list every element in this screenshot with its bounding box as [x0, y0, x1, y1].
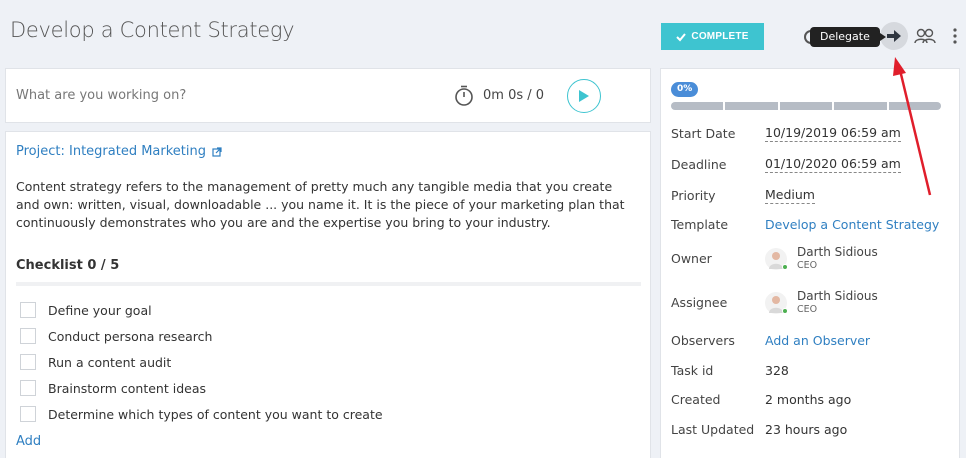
checklist-item[interactable]: Define your goal [20, 297, 620, 323]
project-link-label: Project: Integrated Marketing [16, 144, 206, 159]
play-icon [579, 90, 589, 102]
more-vertical-icon [953, 28, 957, 44]
checklist-progress-bar [16, 282, 641, 286]
task-description: Content strategy refers to the managemen… [16, 179, 625, 230]
owner-row: Owner Darth Sidious CEO [671, 245, 951, 272]
users-button[interactable] [914, 26, 936, 46]
checklist: Define your goal Conduct persona researc… [20, 297, 620, 427]
task-sidebar: 0% Start Date 10/19/2019 06:59 am Deadli… [660, 68, 960, 458]
checklist-item[interactable]: Run a content audit [20, 349, 620, 375]
online-status-dot [782, 263, 788, 270]
owner-name: Darth Sidious [797, 245, 878, 259]
assignee-person[interactable]: Darth Sidious CEO [765, 289, 878, 316]
checklist-title: Checklist 0 / 5 [16, 258, 120, 273]
progress-segment [671, 102, 724, 110]
checklist-checkbox[interactable] [20, 354, 36, 370]
more-options-button[interactable] [949, 26, 961, 46]
arrow-right-icon [887, 30, 901, 42]
progress-badge: 0% [671, 82, 699, 97]
add-checklist-item-link[interactable]: Add [16, 434, 41, 449]
delegate-tooltip: Delegate [810, 27, 886, 47]
created-value: 2 months ago [765, 392, 852, 407]
checklist-checkbox[interactable] [20, 328, 36, 344]
last-updated-row: Last Updated 23 hours ago [671, 422, 951, 437]
priority-row: Priority Medium [671, 187, 951, 204]
online-status-dot [782, 307, 788, 314]
checklist-item-label: Run a content audit [48, 354, 172, 370]
owner-label: Owner [671, 251, 712, 266]
checklist-item-label: Define your goal [48, 302, 152, 318]
users-icon [914, 28, 936, 44]
working-on-input[interactable] [16, 80, 436, 111]
deadline-value[interactable]: 01/10/2020 06:59 am [765, 156, 901, 173]
progress-bar [671, 102, 942, 110]
checklist-checkbox[interactable] [20, 406, 36, 422]
last-updated-value: 23 hours ago [765, 422, 848, 437]
task-id-value: 328 [765, 363, 789, 378]
project-link[interactable]: Project: Integrated Marketing [16, 144, 222, 159]
start-date-label: Start Date [671, 126, 736, 141]
avatar [765, 291, 788, 314]
priority-label: Priority [671, 188, 716, 203]
task-details-panel: Project: Integrated Marketing Content st… [5, 131, 651, 458]
last-updated-label: Last Updated [671, 422, 755, 437]
checklist-item-label: Brainstorm content ideas [48, 380, 207, 396]
template-link[interactable]: Develop a Content Strategy [765, 217, 939, 232]
checklist-item-label: Determine which types of content you wan… [48, 406, 383, 422]
owner-person[interactable]: Darth Sidious CEO [765, 245, 878, 272]
assignee-role: CEO [797, 304, 818, 315]
stopwatch-icon [455, 85, 473, 106]
created-row: Created 2 months ago [671, 392, 951, 407]
assignee-label: Assignee [671, 295, 728, 310]
owner-role: CEO [797, 260, 818, 271]
progress-segment [779, 102, 833, 110]
timer-value: 0m 0s / 0 [483, 88, 545, 103]
complete-button[interactable]: COMPLETE [661, 23, 764, 50]
assignee-name: Darth Sidious [797, 289, 878, 303]
task-id-label: Task id [671, 363, 714, 378]
checklist-item[interactable]: Conduct persona research [20, 323, 620, 349]
add-observer-link[interactable]: Add an Observer [765, 333, 870, 348]
check-icon [676, 32, 687, 41]
checklist-item[interactable]: Determine which types of content you wan… [20, 401, 620, 427]
checklist-item-label: Conduct persona research [48, 328, 213, 344]
progress-segment [725, 102, 778, 110]
play-button[interactable] [567, 79, 601, 113]
external-link-icon [212, 146, 222, 157]
task-title: Develop a Content Strategy [10, 18, 295, 42]
assignee-row: Assignee Darth Sidious CEO [671, 289, 951, 316]
start-date-row: Start Date 10/19/2019 06:59 am [671, 125, 951, 142]
observers-label: Observers [671, 333, 735, 348]
deadline-label: Deadline [671, 157, 727, 172]
checklist-item[interactable]: Brainstorm content ideas [20, 375, 620, 401]
priority-value[interactable]: Medium [765, 187, 815, 204]
avatar [765, 247, 788, 270]
progress-segment [888, 102, 942, 110]
checklist-checkbox[interactable] [20, 380, 36, 396]
checklist-checkbox[interactable] [20, 302, 36, 318]
progress-segment [834, 102, 887, 110]
observers-row: Observers Add an Observer [671, 333, 951, 348]
task-id-row: Task id 328 [671, 363, 951, 378]
deadline-row: Deadline 01/10/2020 06:59 am [671, 156, 951, 173]
template-label: Template [671, 217, 729, 232]
created-label: Created [671, 392, 721, 407]
template-row: Template Develop a Content Strategy [671, 217, 951, 232]
time-tracker: 0m 0s / 0 [5, 68, 651, 123]
complete-button-label: COMPLETE [691, 31, 749, 42]
start-date-value[interactable]: 10/19/2019 06:59 am [765, 125, 901, 142]
